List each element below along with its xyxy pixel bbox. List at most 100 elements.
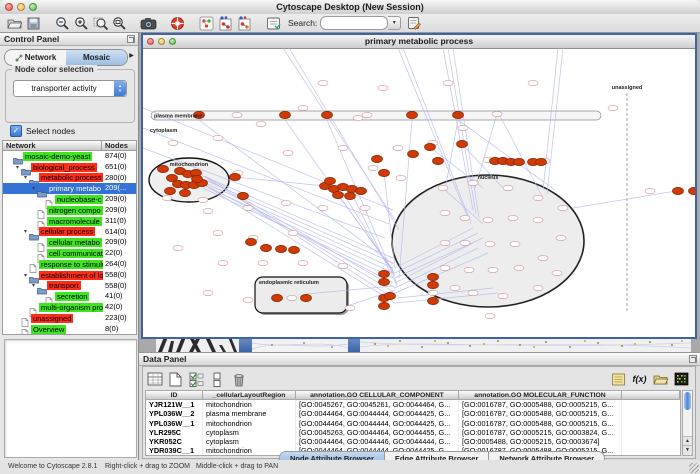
selected-network-node[interactable] (238, 192, 249, 199)
network-node[interactable] (353, 115, 363, 120)
selected-network-node[interactable] (407, 111, 418, 118)
layout-region-icon[interactable] (198, 15, 215, 31)
attribute-table-icon[interactable] (145, 370, 164, 388)
table-row[interactable]: YPL036W__2plasma membrane[GO:0044464, GO… (146, 409, 680, 418)
background-window-fragment[interactable] (252, 337, 348, 352)
network-node[interactable] (318, 205, 328, 210)
network-node[interactable] (198, 197, 208, 202)
attribute-notes-icon[interactable] (609, 370, 628, 388)
vizmapper-b-icon[interactable] (236, 15, 253, 31)
selected-network-node[interactable] (289, 246, 300, 253)
selected-network-node[interactable] (272, 294, 283, 301)
network-node[interactable] (533, 217, 543, 222)
expand-arrow-icon[interactable]: ▾ (30, 185, 37, 192)
open-icon[interactable] (6, 15, 23, 31)
network-node[interactable] (345, 305, 355, 310)
selected-network-node[interactable] (379, 278, 390, 285)
selected-network-node[interactable] (301, 294, 312, 301)
table-row[interactable]: YJR121W__1mitochondrion[GO:0045267, GO:0… (146, 400, 680, 409)
tree-row[interactable]: nitrogen compo209(0) (3, 205, 136, 216)
plasma-membrane-compartment[interactable] (151, 111, 601, 120)
tree-row[interactable]: nucleobase-c209(0) (3, 194, 136, 205)
network-node[interactable] (243, 297, 253, 302)
network-node[interactable] (458, 125, 468, 130)
column-header[interactable]: annotation.GO CELLULAR_COMPONENT (296, 391, 459, 400)
network-node[interactable] (218, 260, 228, 265)
tab-mosaic[interactable]: Mosaic (66, 50, 127, 65)
network-node[interactable] (288, 230, 298, 235)
network-node[interactable] (460, 240, 470, 245)
annotation-pad-icon[interactable] (265, 15, 282, 31)
selected-network-node[interactable] (280, 111, 291, 118)
network-node[interactable] (168, 140, 178, 145)
float-panel-icon[interactable] (127, 35, 135, 43)
selected-network-node[interactable] (385, 292, 396, 299)
tree-row[interactable]: ▾metabolic process280(0) (3, 173, 136, 184)
selected-network-node[interactable] (428, 297, 439, 304)
selected-network-node[interactable] (356, 187, 367, 194)
network-node[interactable] (556, 235, 566, 240)
network-node[interactable] (468, 180, 478, 185)
zoom-button[interactable] (169, 38, 176, 45)
network-node[interactable] (510, 241, 520, 246)
expand-arrow-icon[interactable]: ▾ (22, 228, 29, 235)
tree-row[interactable]: Overview8(0) (3, 324, 136, 335)
minimize-button[interactable] (17, 3, 25, 11)
selected-network-node[interactable] (425, 143, 436, 150)
network-node[interactable] (287, 295, 297, 300)
network-node[interactable] (338, 145, 348, 150)
network-node[interactable] (243, 205, 253, 210)
zoom-selected-region-icon[interactable] (92, 15, 109, 31)
birdseye-view[interactable] (4, 339, 137, 458)
selected-network-node[interactable] (379, 169, 390, 176)
tree-row[interactable]: unassigned223(0) (3, 313, 136, 324)
selected-network-node[interactable] (428, 281, 439, 288)
close-button[interactable] (147, 38, 154, 45)
import-attributes-folder-icon[interactable] (651, 370, 670, 388)
table-row[interactable]: YPL036W__1mitochondrion[GO:0044464, GO:0… (146, 419, 680, 428)
attribute-matrix-icon[interactable] (672, 370, 691, 388)
vizmapper-a-icon[interactable] (217, 15, 234, 31)
attribute-table[interactable]: ID_cellularLayoutRegionannotation.GO CEL… (145, 390, 681, 456)
column-header[interactable]: annotation.GO MOLECULAR_FUNCTION (459, 391, 622, 400)
network-node[interactable] (362, 112, 372, 117)
selected-network-node[interactable] (536, 158, 547, 165)
scrollbar-thumb[interactable] (684, 392, 691, 410)
search-dropdown-icon[interactable]: ▾ (388, 16, 401, 30)
expand-arrow-icon[interactable]: ▾ (22, 174, 29, 181)
minimize-button[interactable] (158, 38, 165, 45)
network-node[interactable] (281, 200, 291, 205)
network-node[interactable] (438, 185, 448, 190)
column-header[interactable]: _cellularLayoutRegion (203, 391, 296, 400)
selected-network-node[interactable] (230, 173, 241, 180)
tree-row[interactable]: ▾establishment of lo558(0) (3, 270, 136, 281)
nucleus-compartment[interactable] (392, 175, 584, 307)
tab-network-attribute-browser[interactable]: Network Attribute Browser (489, 452, 604, 460)
network-node[interactable] (488, 267, 498, 272)
network-node[interactable] (213, 135, 223, 140)
select-nodes-checkbox[interactable]: ✓ (10, 125, 22, 137)
expand-arrow-icon[interactable]: ▾ (14, 164, 21, 171)
network-node[interactable] (464, 267, 474, 272)
network-node[interactable] (533, 285, 543, 290)
selected-network-node[interactable] (673, 187, 684, 194)
tree-row[interactable]: response to stimulu264(0) (3, 259, 136, 270)
tab-node-attribute-browser[interactable]: Node Attribute Browser (280, 452, 385, 460)
tree-row[interactable]: cellular metabo209(0) (3, 237, 136, 248)
tree-row[interactable]: secretion41(0) (3, 291, 136, 302)
network-node[interactable] (368, 165, 378, 170)
tree-header-network[interactable]: Network (2, 140, 102, 151)
tree-row[interactable]: ▾transport558(0) (3, 281, 136, 292)
network-node[interactable] (440, 240, 450, 245)
tree-row[interactable]: macromolecule311(0) (3, 216, 136, 227)
tree-row[interactable]: ▾cellular process614(0) (3, 227, 136, 238)
network-node[interactable] (503, 185, 513, 190)
network-node[interactable] (538, 255, 548, 260)
network-node[interactable] (443, 80, 453, 85)
selected-network-node[interactable] (276, 245, 287, 252)
network-node[interactable] (378, 85, 388, 90)
network-node[interactable] (645, 188, 655, 193)
selected-network-node[interactable] (372, 155, 383, 162)
tree-row[interactable]: ▾biological_process651(0) (3, 162, 136, 173)
network-node[interactable] (552, 270, 562, 275)
